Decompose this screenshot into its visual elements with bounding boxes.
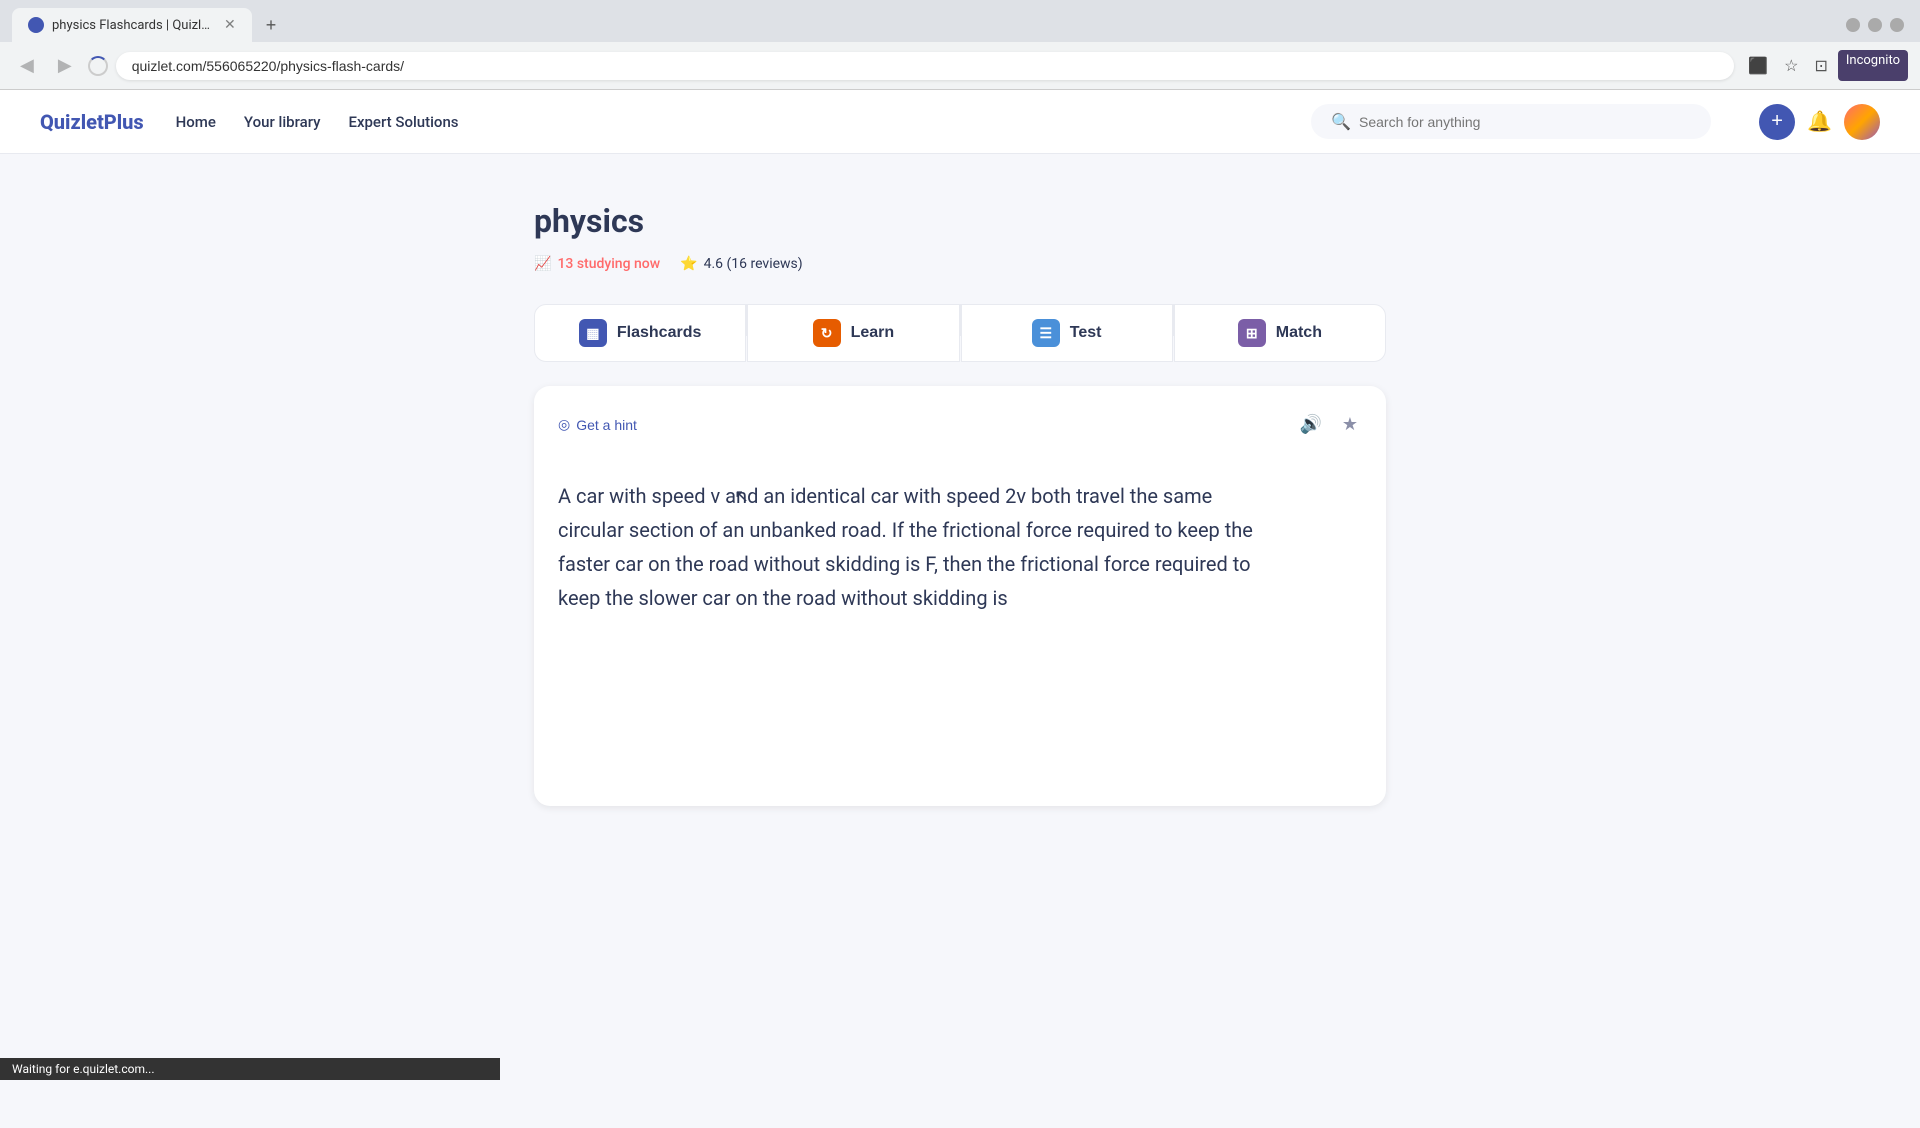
mode-buttons: ▦ Flashcards ↻ Learn ☰ Test ⊞ Match xyxy=(534,304,1386,362)
nav-library[interactable]: Your library xyxy=(244,113,321,131)
flashcard-content: A car with speed v and an identical car … xyxy=(558,459,1362,635)
main-content: physics 📈 13 studying now ⭐ 4.6 (16 revi… xyxy=(510,154,1410,854)
browser-sync-icon[interactable]: ⊡ xyxy=(1808,50,1833,81)
learn-icon: ↻ xyxy=(813,319,841,347)
close-button[interactable] xyxy=(1890,18,1904,32)
star-icon: ⭐ xyxy=(680,256,697,272)
search-bar[interactable]: 🔍 xyxy=(1311,104,1711,139)
match-mode-button[interactable]: ⊞ Match xyxy=(1174,304,1386,362)
test-icon: ☰ xyxy=(1032,319,1060,347)
status-bar: Waiting for e.quizlet.com... xyxy=(0,1058,500,1080)
match-icon: ⊞ xyxy=(1238,319,1266,347)
back-button[interactable]: ◀ xyxy=(12,51,42,80)
close-tab-button[interactable]: ✕ xyxy=(224,17,236,33)
avatar[interactable] xyxy=(1844,104,1880,140)
audio-button[interactable]: 🔊 xyxy=(1295,410,1325,439)
flashcard-actions: 🔊 ★ xyxy=(1295,410,1362,439)
trending-icon: 📈 xyxy=(534,256,551,272)
set-meta: 📈 13 studying now ⭐ 4.6 (16 reviews) xyxy=(534,256,1386,272)
flashcard[interactable]: ◎ Get a hint 🔊 ★ A car with speed v and … xyxy=(534,386,1386,806)
minimize-button[interactable] xyxy=(1846,18,1860,32)
nav-expert[interactable]: Expert Solutions xyxy=(348,113,458,131)
logo[interactable]: QuizletPlus xyxy=(40,110,144,134)
hint-button[interactable]: ◎ Get a hint xyxy=(558,416,637,433)
nav-links: Home Your library Expert Solutions xyxy=(176,113,459,131)
flashcards-mode-button[interactable]: ▦ Flashcards xyxy=(534,304,746,362)
bookmark-icon[interactable]: ☆ xyxy=(1778,50,1804,81)
address-bar[interactable] xyxy=(116,52,1735,80)
card-question: A car with speed v and an identical car … xyxy=(558,479,1258,615)
profile-icon[interactable]: Incognito xyxy=(1838,50,1908,81)
search-input[interactable] xyxy=(1359,114,1691,130)
search-icon: 🔍 xyxy=(1331,112,1351,131)
flashcard-toolbar: ◎ Get a hint 🔊 ★ xyxy=(558,410,1362,439)
forward-button[interactable]: ▶ xyxy=(50,51,80,80)
new-tab-button[interactable]: + xyxy=(256,11,287,40)
learn-mode-button[interactable]: ↻ Learn xyxy=(747,304,959,362)
create-button[interactable]: + xyxy=(1759,104,1795,140)
picture-in-picture-icon[interactable]: ⬛ xyxy=(1742,50,1774,81)
loading-indicator xyxy=(88,56,108,76)
tab-favicon xyxy=(28,17,44,33)
nav-home[interactable]: Home xyxy=(176,113,216,131)
rating: ⭐ 4.6 (16 reviews) xyxy=(680,256,803,272)
star-button[interactable]: ★ xyxy=(1338,410,1362,439)
test-mode-button[interactable]: ☰ Test xyxy=(961,304,1173,362)
studying-now: 📈 13 studying now xyxy=(534,256,660,272)
page-title: physics xyxy=(534,202,1386,240)
hint-icon: ◎ xyxy=(558,416,570,433)
notifications-button[interactable]: 🔔 xyxy=(1807,109,1832,134)
maximize-button[interactable] xyxy=(1868,18,1882,32)
nav-actions: + 🔔 xyxy=(1759,104,1880,140)
top-nav: QuizletPlus Home Your library Expert Sol… xyxy=(0,90,1920,154)
tab-title: physics Flashcards | Quizlet xyxy=(52,18,212,33)
flashcards-icon: ▦ xyxy=(579,319,607,347)
